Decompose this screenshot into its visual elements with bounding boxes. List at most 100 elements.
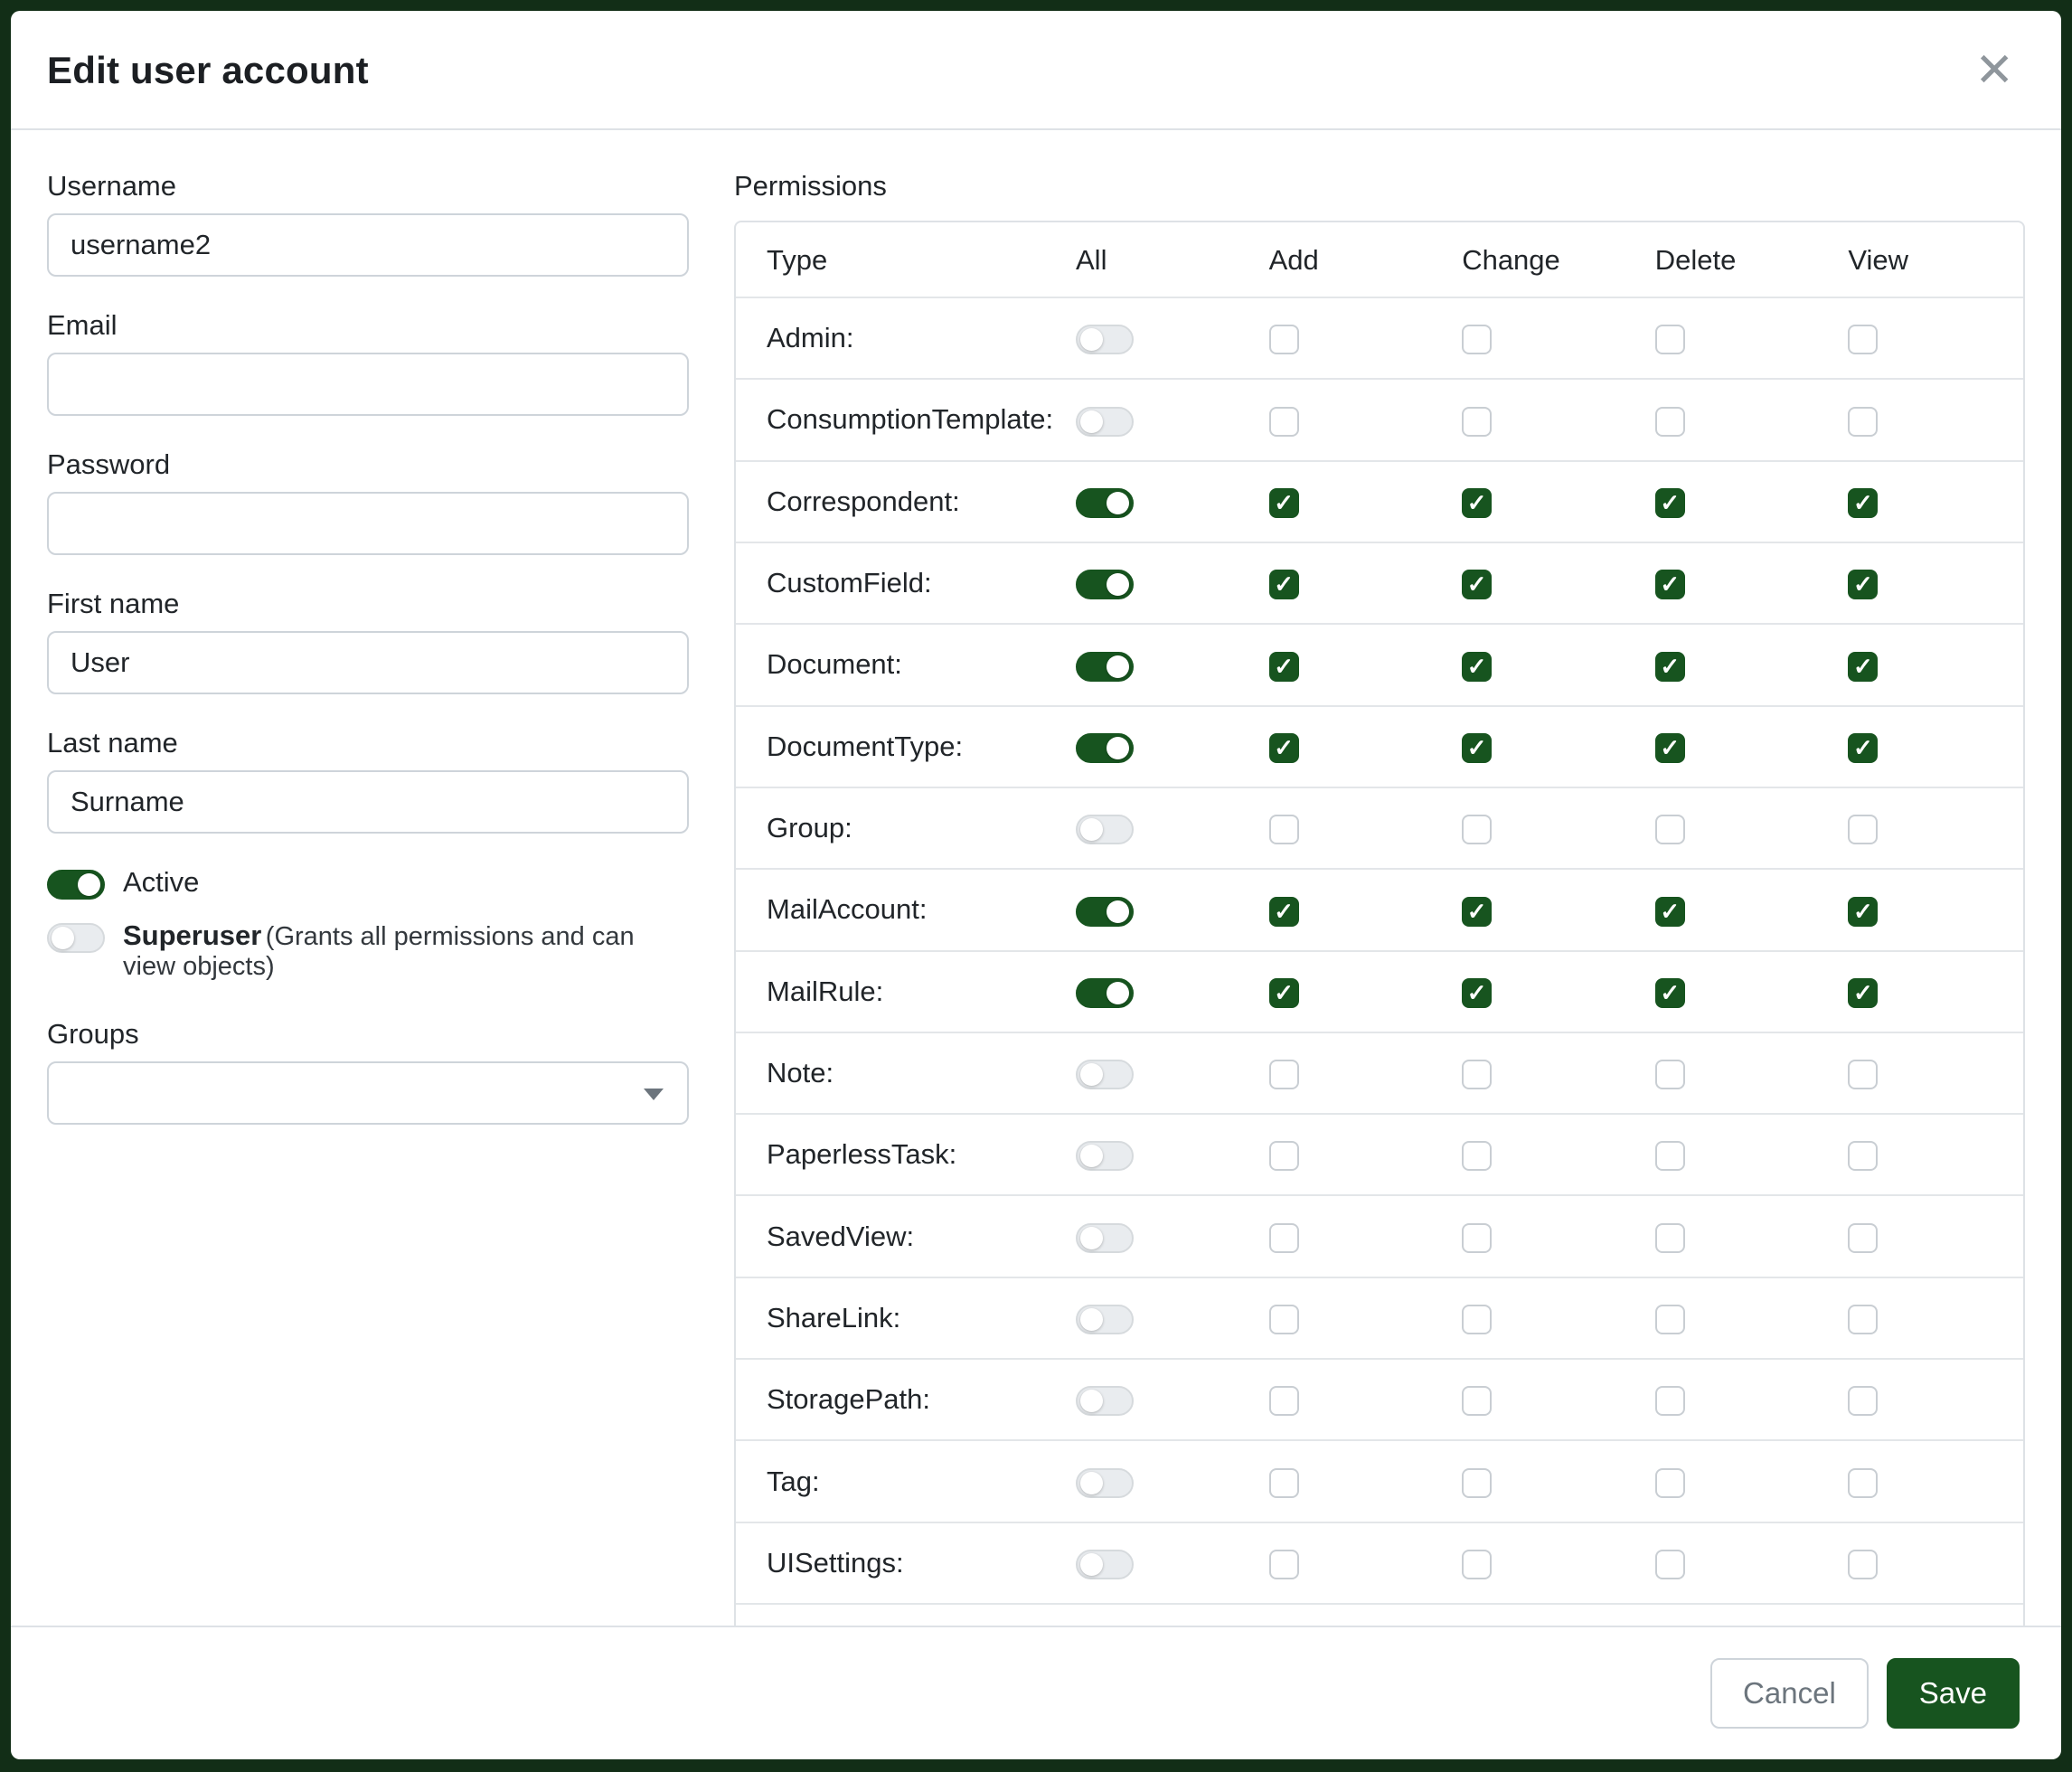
permission-type-label: User: — [736, 1605, 1058, 1626]
permission-change-checkbox[interactable] — [1462, 1386, 1492, 1416]
permission-delete-checkbox[interactable] — [1655, 488, 1685, 518]
permission-all-toggle[interactable] — [1076, 1060, 1134, 1089]
permission-change-checkbox[interactable] — [1462, 1223, 1492, 1253]
permission-add-checkbox[interactable] — [1269, 325, 1299, 354]
permission-delete-checkbox[interactable] — [1655, 1305, 1685, 1334]
permission-change-checkbox[interactable] — [1462, 570, 1492, 599]
permission-all-toggle[interactable] — [1076, 1386, 1134, 1416]
permission-add-checkbox[interactable] — [1269, 407, 1299, 437]
permission-all-toggle[interactable] — [1076, 570, 1134, 599]
permission-delete-checkbox[interactable] — [1655, 325, 1685, 354]
permission-view-checkbox[interactable] — [1848, 897, 1878, 927]
permission-delete-checkbox[interactable] — [1655, 733, 1685, 763]
permission-all-toggle[interactable] — [1076, 1468, 1134, 1498]
permission-change-checkbox[interactable] — [1462, 1468, 1492, 1498]
permission-view-checkbox[interactable] — [1848, 1550, 1878, 1579]
permission-add-checkbox[interactable] — [1269, 897, 1299, 927]
username-input[interactable] — [47, 213, 689, 277]
permission-all-toggle[interactable] — [1076, 488, 1134, 518]
permission-all-toggle[interactable] — [1076, 733, 1134, 763]
permission-delete-checkbox[interactable] — [1655, 1223, 1685, 1253]
toggle-knob — [1080, 328, 1103, 351]
permission-view-checkbox[interactable] — [1848, 1223, 1878, 1253]
permission-delete-checkbox[interactable] — [1655, 1060, 1685, 1089]
permission-change-checkbox[interactable] — [1462, 1305, 1492, 1334]
permission-add-checkbox[interactable] — [1269, 1305, 1299, 1334]
first-name-label: First name — [47, 588, 689, 620]
save-button[interactable]: Save — [1887, 1658, 2020, 1729]
permission-change-checkbox[interactable] — [1462, 733, 1492, 763]
email-input[interactable] — [47, 353, 689, 416]
permission-all-toggle[interactable] — [1076, 1550, 1134, 1579]
permission-add-checkbox[interactable] — [1269, 1060, 1299, 1089]
permission-view-checkbox[interactable] — [1848, 815, 1878, 844]
modal-header: Edit user account ✕ — [11, 11, 2061, 130]
permission-change-checkbox[interactable] — [1462, 1550, 1492, 1579]
permission-view-checkbox[interactable] — [1848, 407, 1878, 437]
permission-view-checkbox[interactable] — [1848, 1305, 1878, 1334]
permission-add-checkbox[interactable] — [1269, 1550, 1299, 1579]
permission-add-checkbox[interactable] — [1269, 815, 1299, 844]
permission-all-toggle[interactable] — [1076, 1223, 1134, 1253]
permission-view-checkbox[interactable] — [1848, 488, 1878, 518]
permission-add-checkbox[interactable] — [1269, 1386, 1299, 1416]
permission-delete-checkbox[interactable] — [1655, 1550, 1685, 1579]
permission-delete-checkbox[interactable] — [1655, 1386, 1685, 1416]
permission-change-checkbox[interactable] — [1462, 978, 1492, 1008]
permission-delete-checkbox[interactable] — [1655, 978, 1685, 1008]
permission-change-checkbox[interactable] — [1462, 488, 1492, 518]
first-name-input[interactable] — [47, 631, 689, 694]
permission-all-toggle[interactable] — [1076, 815, 1134, 844]
superuser-toggle[interactable] — [47, 923, 105, 953]
permission-all-toggle[interactable] — [1076, 897, 1134, 927]
permission-change-checkbox[interactable] — [1462, 815, 1492, 844]
permission-add-checkbox[interactable] — [1269, 1468, 1299, 1498]
permission-all-toggle[interactable] — [1076, 1141, 1134, 1171]
active-toggle[interactable] — [47, 870, 105, 900]
permission-add-checkbox[interactable] — [1269, 488, 1299, 518]
permission-view-checkbox[interactable] — [1848, 1386, 1878, 1416]
permission-all-toggle[interactable] — [1076, 978, 1134, 1008]
last-name-input[interactable] — [47, 770, 689, 834]
permission-change-checkbox[interactable] — [1462, 407, 1492, 437]
permission-all-toggle[interactable] — [1076, 1305, 1134, 1334]
permission-view-checkbox[interactable] — [1848, 733, 1878, 763]
permission-change-checkbox[interactable] — [1462, 1141, 1492, 1171]
permission-change-checkbox[interactable] — [1462, 652, 1492, 682]
permission-delete-checkbox[interactable] — [1655, 815, 1685, 844]
permission-delete-checkbox[interactable] — [1655, 652, 1685, 682]
username-label: Username — [47, 170, 689, 203]
permissions-table-body: Admin: ConsumptionTemplate: Corresponden… — [736, 298, 2023, 1626]
permission-change-checkbox[interactable] — [1462, 1060, 1492, 1089]
permission-type-label: CustomField: — [736, 543, 1058, 623]
permission-view-checkbox[interactable] — [1848, 1468, 1878, 1498]
cancel-button[interactable]: Cancel — [1710, 1658, 1869, 1729]
permission-all-toggle[interactable] — [1076, 652, 1134, 682]
permission-type-label: DocumentType: — [736, 707, 1058, 787]
permission-view-checkbox[interactable] — [1848, 978, 1878, 1008]
permission-delete-checkbox[interactable] — [1655, 570, 1685, 599]
permission-add-checkbox[interactable] — [1269, 570, 1299, 599]
permission-delete-checkbox[interactable] — [1655, 897, 1685, 927]
permissions-table-header: Type All Add Change Delete View — [736, 222, 2023, 298]
permission-view-checkbox[interactable] — [1848, 1060, 1878, 1089]
groups-select[interactable] — [47, 1061, 689, 1125]
permission-change-checkbox[interactable] — [1462, 325, 1492, 354]
permission-view-checkbox[interactable] — [1848, 652, 1878, 682]
permission-add-checkbox[interactable] — [1269, 978, 1299, 1008]
permission-all-toggle[interactable] — [1076, 407, 1134, 437]
permission-add-checkbox[interactable] — [1269, 1223, 1299, 1253]
password-input[interactable] — [47, 492, 689, 555]
permission-add-checkbox[interactable] — [1269, 1141, 1299, 1171]
permission-view-checkbox[interactable] — [1848, 325, 1878, 354]
permission-all-toggle[interactable] — [1076, 325, 1134, 354]
permission-delete-checkbox[interactable] — [1655, 407, 1685, 437]
permission-delete-checkbox[interactable] — [1655, 1468, 1685, 1498]
permission-add-checkbox[interactable] — [1269, 652, 1299, 682]
permission-view-checkbox[interactable] — [1848, 1141, 1878, 1171]
permission-delete-checkbox[interactable] — [1655, 1141, 1685, 1171]
close-icon[interactable]: ✕ — [1967, 43, 2021, 98]
permission-change-checkbox[interactable] — [1462, 897, 1492, 927]
permission-view-checkbox[interactable] — [1848, 570, 1878, 599]
permission-add-checkbox[interactable] — [1269, 733, 1299, 763]
